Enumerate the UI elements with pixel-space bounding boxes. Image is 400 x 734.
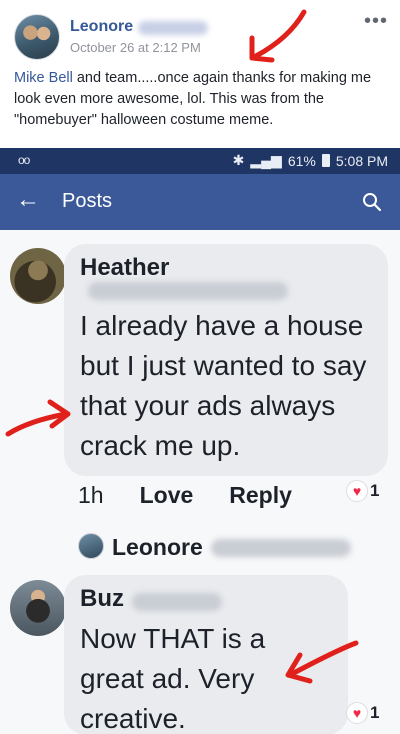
phone-status-bar: oo ✱ ▂▄▆ 61% 5:08 PM (0, 148, 400, 174)
comments-list: Heather I already have a house but I jus… (0, 230, 400, 734)
back-arrow-icon[interactable]: ← (16, 186, 44, 214)
blurred-surname (132, 592, 222, 611)
reaction-count[interactable]: ♥ 1 (346, 702, 379, 724)
clock: 5:08 PM (335, 152, 388, 169)
heart-icon: ♥ (346, 702, 368, 724)
post-author-name[interactable]: Leonore (70, 18, 133, 36)
comment-actions: 1h Love Reply (78, 482, 292, 509)
reply-author: Leonore (112, 534, 203, 560)
blurred-surname (88, 282, 288, 300)
reaction-count-value: 1 (370, 481, 380, 500)
comment-text: I already have a house but I just wanted… (80, 310, 367, 462)
app-bar: ← Posts (0, 174, 400, 230)
search-icon[interactable] (362, 192, 382, 212)
reaction-count-value: 1 (370, 703, 380, 722)
reaction-count[interactable]: ♥ 1 (346, 480, 379, 502)
more-options-icon[interactable]: ••• (364, 10, 388, 33)
signal-icon: ▂▄▆ (250, 152, 282, 168)
heart-icon: ♥ (346, 480, 368, 502)
mention-link[interactable]: Mike Bell (14, 70, 73, 86)
facebook-post: Leonore October 26 at 2:12 PM ••• Mike B… (0, 0, 400, 148)
author-avatar[interactable] (14, 14, 60, 60)
comment-bubble: Buz Now THAT is a great ad. Very creativ… (64, 575, 348, 734)
comment-text: Now THAT is a great ad. Very creative. (80, 623, 266, 734)
battery-icon (321, 154, 330, 167)
love-button[interactable]: Love (140, 482, 194, 509)
reply-button[interactable]: Reply (229, 482, 292, 509)
bluetooth-icon: ✱ (232, 152, 245, 168)
voicemail-icon: oo (18, 153, 30, 167)
reply-avatar[interactable] (78, 533, 104, 559)
post-timestamp[interactable]: October 26 at 2:12 PM (70, 40, 201, 55)
comment-time: 1h (78, 482, 104, 508)
blurred-surname (138, 21, 208, 35)
comment-author[interactable]: Buz (80, 585, 124, 613)
page-title: Posts (62, 190, 113, 212)
comment-author[interactable]: Heather (80, 254, 169, 282)
red-arrow-annotation (249, 9, 307, 63)
reply-preview[interactable]: Leonore (112, 534, 351, 561)
commenter-avatar[interactable] (10, 580, 66, 636)
blurred-surname (210, 538, 351, 557)
comment-bubble: Heather I already have a house but I jus… (64, 244, 388, 476)
battery-percent: 61% (287, 152, 316, 169)
post-body: Mike Bell and team.....once again thanks… (14, 68, 388, 131)
commenter-avatar[interactable] (10, 248, 66, 304)
